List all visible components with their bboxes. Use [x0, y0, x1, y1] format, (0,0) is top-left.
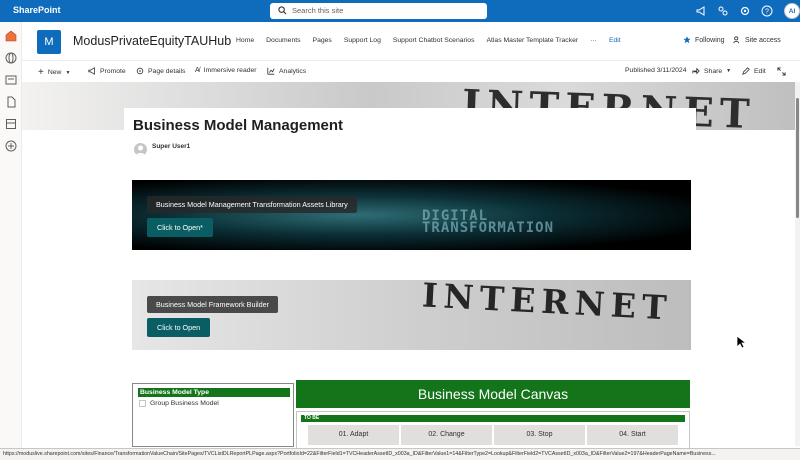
chevron-down-icon: ▼	[65, 69, 71, 76]
person-icon	[136, 145, 145, 156]
star-icon	[683, 36, 691, 44]
business-model-type-option[interactable]: Group Business Model	[139, 400, 219, 407]
status-bar-url: https://moduslive.sharepoint.com/sites/F…	[0, 448, 800, 460]
open-framework-builder-button[interactable]: Click to Open	[147, 318, 211, 337]
immersive-reader-icon: A̸	[195, 67, 200, 74]
nav-item-pages[interactable]: Pages	[313, 37, 332, 49]
immersive-reader-label: Immersive reader	[203, 67, 257, 74]
site-access-button[interactable]: Site access	[733, 36, 781, 44]
chart-icon	[267, 67, 275, 75]
stage-start[interactable]: 04. Start	[587, 425, 678, 445]
nav-item-atlas-master-template-tracker[interactable]: Atlas Master Template Tracker	[486, 37, 578, 49]
scrollbar-thumb[interactable]	[796, 98, 799, 218]
app-brand[interactable]: SharePoint	[13, 5, 61, 15]
home-icon[interactable]	[5, 30, 17, 42]
published-label: Published 3/11/2024	[625, 67, 687, 74]
business-model-type-header: Business Model Type	[138, 388, 290, 397]
expand-icon[interactable]	[777, 67, 786, 76]
hero-framework-builder-label: Business Model Framework Builder	[147, 296, 279, 313]
share-icon	[692, 67, 700, 75]
stage-adapt[interactable]: 01. Adapt	[308, 425, 399, 445]
edit-label: Edit	[754, 67, 766, 75]
megaphone-icon[interactable]	[695, 5, 707, 17]
site-title[interactable]: ModusPrivateEquityTAUHub	[73, 34, 231, 48]
nav-item-documents[interactable]: Documents	[266, 37, 300, 49]
nav-item-home[interactable]: Home	[236, 37, 254, 49]
promote-button[interactable]: Promote	[88, 67, 126, 75]
search-icon	[278, 6, 287, 15]
edit-button[interactable]: Edit	[742, 67, 766, 75]
site-access-label: Site access	[745, 36, 781, 44]
gear-icon[interactable]	[739, 5, 751, 17]
suite-bar: SharePoint Search this site ? AI	[0, 0, 800, 22]
stage-stop[interactable]: 03. Stop	[494, 425, 585, 445]
hero-assets-library-label: Business Model Management Transformation…	[147, 196, 357, 213]
megaphone-icon	[88, 67, 95, 75]
share-button[interactable]: Share ▼	[692, 67, 731, 75]
published-status: Published 3/11/2024	[625, 67, 686, 74]
news-icon[interactable]	[5, 74, 17, 86]
nav-more-button[interactable]: ···	[590, 37, 597, 49]
nav-item-support-chatbot-scenarios[interactable]: Support Chatbot Scenarios	[393, 37, 475, 49]
to-be-header: TO BE	[301, 415, 685, 422]
nav-item-support-log[interactable]: Support Log	[344, 37, 381, 49]
promote-label: Promote	[100, 67, 126, 75]
command-bar: + New ▼ Promote Page details A̸ Immersiv…	[22, 60, 800, 82]
immersive-reader-button[interactable]: A̸ Immersive reader	[195, 67, 257, 74]
hero-assets-library: DIGITAL TRANSFORMATION Business Model Ma…	[132, 180, 691, 250]
new-button[interactable]: + New ▼	[38, 67, 70, 78]
checkbox[interactable]	[139, 400, 146, 407]
gear-icon	[136, 67, 144, 75]
canvas-title: Business Model Canvas	[296, 380, 690, 408]
share-label: Share	[704, 67, 723, 75]
author-name[interactable]: Super User1	[152, 143, 190, 150]
search-placeholder: Search this site	[292, 6, 344, 15]
pencil-icon	[742, 67, 750, 75]
list-icon[interactable]	[5, 118, 17, 130]
plus-icon: +	[38, 67, 44, 78]
author-avatar[interactable]	[134, 143, 147, 156]
mouse-cursor-icon	[736, 335, 746, 349]
hero-image-text: INTERNET	[421, 280, 674, 328]
site-navigation: Home Documents Pages Support Log Support…	[236, 37, 633, 49]
nav-edit-link[interactable]: Edit	[609, 37, 621, 49]
option-label: Group Business Model	[150, 400, 219, 407]
add-circle-icon[interactable]	[5, 140, 17, 152]
chevron-down-icon: ▼	[726, 68, 732, 74]
search-box[interactable]: Search this site	[270, 3, 487, 19]
page-details-button[interactable]: Page details	[136, 67, 185, 75]
hero-framework-builder: INTERNET Business Model Framework Builde…	[132, 280, 691, 350]
svg-text:?: ?	[765, 9, 769, 16]
apps-connect-icon[interactable]	[717, 5, 729, 17]
page-details-label: Page details	[148, 67, 186, 75]
people-icon	[733, 36, 739, 44]
new-label: New	[47, 69, 62, 76]
help-icon[interactable]: ?	[761, 5, 773, 17]
business-model-type-panel: Business Model Type Group Business Model	[132, 383, 294, 447]
following-label: Following	[695, 36, 725, 44]
site-logo[interactable]: M	[37, 30, 61, 54]
document-icon[interactable]	[5, 96, 17, 108]
analytics-label: Analytics	[279, 67, 307, 75]
open-assets-library-button[interactable]: Click to Open*	[147, 218, 213, 237]
user-avatar[interactable]: AI	[784, 3, 800, 19]
canvas-body: TO BE 01. Adapt 02. Change 03. Stop 04. …	[296, 411, 690, 451]
following-button[interactable]: Following	[683, 36, 725, 44]
page-title: Business Model Management	[133, 117, 344, 134]
globe-icon[interactable]	[5, 52, 17, 64]
left-rail	[0, 22, 22, 460]
analytics-button[interactable]: Analytics	[267, 67, 306, 75]
stage-change[interactable]: 02. Change	[401, 425, 492, 445]
hero-image-text: DIGITAL TRANSFORMATION	[422, 208, 555, 236]
